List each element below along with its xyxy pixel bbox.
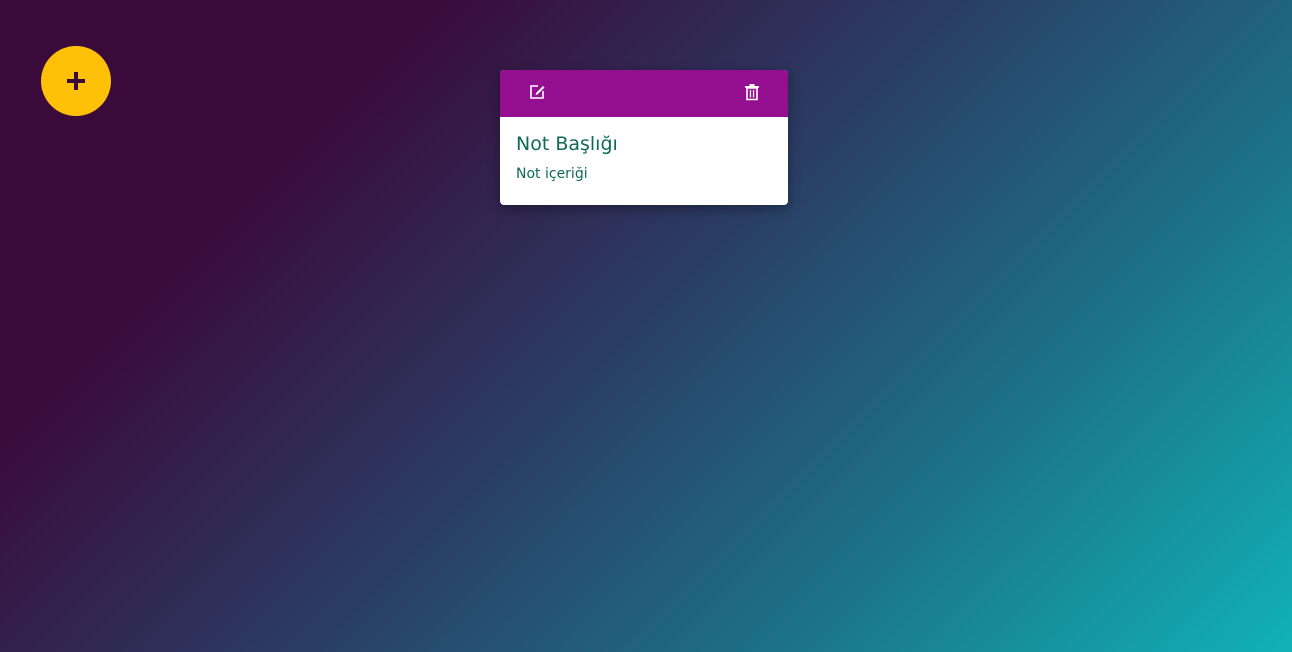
edit-note-button[interactable] bbox=[526, 82, 548, 104]
plus-icon bbox=[66, 71, 86, 91]
trash-icon bbox=[744, 83, 760, 104]
note-card: Not Başlığı Not içeriği bbox=[500, 70, 788, 205]
note-content: Not içeriği bbox=[516, 166, 588, 182]
note-body: Not Başlığı Not içeriği bbox=[500, 117, 788, 183]
note-title: Not Başlığı bbox=[516, 133, 618, 155]
edit-icon bbox=[528, 83, 546, 104]
note-toolbar bbox=[500, 70, 788, 117]
delete-note-button[interactable] bbox=[741, 82, 763, 104]
add-note-button[interactable] bbox=[41, 46, 111, 116]
